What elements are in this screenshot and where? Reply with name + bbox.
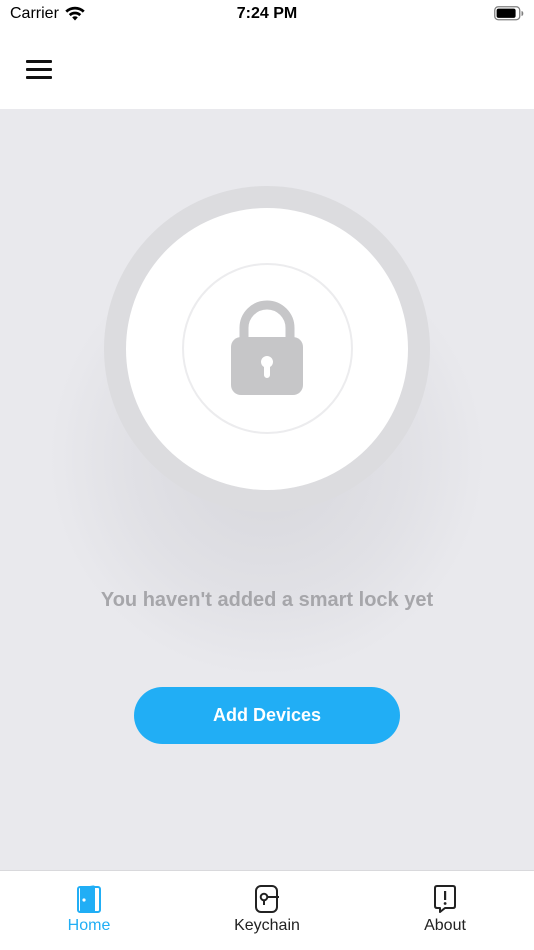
padlock-icon: [231, 300, 303, 395]
tab-about[interactable]: About: [356, 871, 534, 950]
info-exclamation-icon: [434, 885, 456, 913]
app-screen: Carrier 7:24 PM You haven't added a smar…: [0, 0, 534, 950]
clock-time: 7:24 PM: [236, 5, 298, 22]
tab-about-label: About: [424, 917, 466, 934]
hamburger-menu-icon[interactable]: [22, 52, 58, 86]
add-devices-button[interactable]: Add Devices: [134, 687, 400, 744]
battery-icon: [494, 6, 524, 21]
main-content: You haven't added a smart lock yet Add D…: [0, 109, 534, 870]
navigation-bar: [0, 30, 534, 109]
empty-state-message: You haven't added a smart lock yet: [100, 589, 434, 611]
key-card-icon: [255, 885, 279, 913]
tab-home-label: Home: [67, 917, 111, 934]
door-icon: [77, 885, 101, 913]
tab-bar: Home Keychain About: [0, 870, 534, 950]
tab-keychain[interactable]: Keychain: [178, 871, 356, 950]
tab-keychain-label: Keychain: [234, 917, 300, 934]
status-bar: Carrier 7:24 PM: [0, 0, 534, 30]
tab-home[interactable]: Home: [0, 871, 178, 950]
